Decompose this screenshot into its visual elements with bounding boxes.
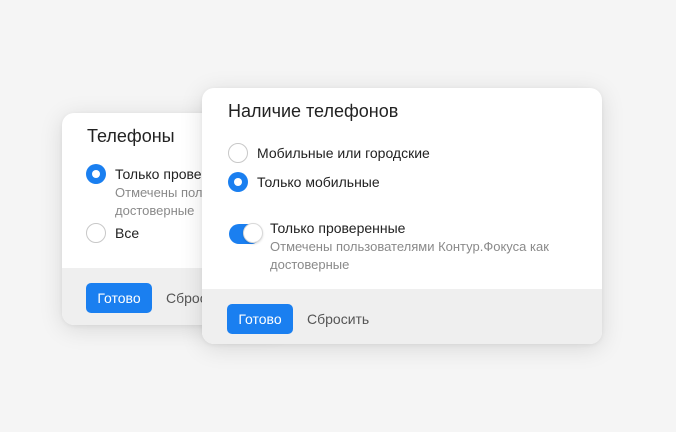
done-button[interactable]: Готово (227, 304, 293, 334)
verified-only-toggle[interactable] (229, 223, 263, 244)
card-footer: Готово Сбросить (202, 289, 602, 344)
radio-selected-icon[interactable] (86, 164, 106, 184)
radio-option-mobile-or-landline[interactable]: Мобильные или городские (228, 143, 430, 163)
toggle-text: Только проверенные Отмечены пользователя… (270, 219, 549, 274)
card-title: Наличие телефонов (228, 101, 399, 121)
toggle-knob (243, 223, 263, 243)
toggle-description: Отмечены пользователями Контур.Фокуса ка… (270, 238, 549, 274)
description-line: Отмечены пользователями Контур.Фокуса ка… (270, 239, 549, 254)
card-title: Телефоны (87, 126, 175, 146)
description-line: Отмечены поль (115, 185, 210, 200)
radio-option-mobile-only[interactable]: Только мобильные (228, 172, 380, 192)
radio-label: Все (115, 225, 140, 241)
radio-label: Только мобильные (257, 174, 380, 190)
radio-unselected-icon[interactable] (86, 223, 106, 243)
radio-option-all[interactable]: Все (86, 223, 139, 243)
toggle-label: Только проверенные (270, 220, 406, 236)
phone-availability-filter-card: Наличие телефонов Мобильные или городски… (202, 88, 602, 344)
description-line: достоверные (115, 203, 195, 218)
option-description: Отмечены поль достоверные (115, 184, 209, 220)
reset-button[interactable]: Сбросить (307, 304, 369, 334)
radio-label: Мобильные или городские (257, 145, 430, 161)
radio-option-verified[interactable]: Только провер Отмечены поль достоверные (86, 164, 209, 220)
radio-unselected-icon[interactable] (228, 143, 248, 163)
radio-label: Только провер (115, 166, 210, 182)
done-button[interactable]: Готово (86, 283, 152, 313)
radio-selected-icon[interactable] (228, 172, 248, 192)
reset-button[interactable]: Сброс (166, 283, 207, 313)
description-line: достоверные (270, 257, 350, 272)
